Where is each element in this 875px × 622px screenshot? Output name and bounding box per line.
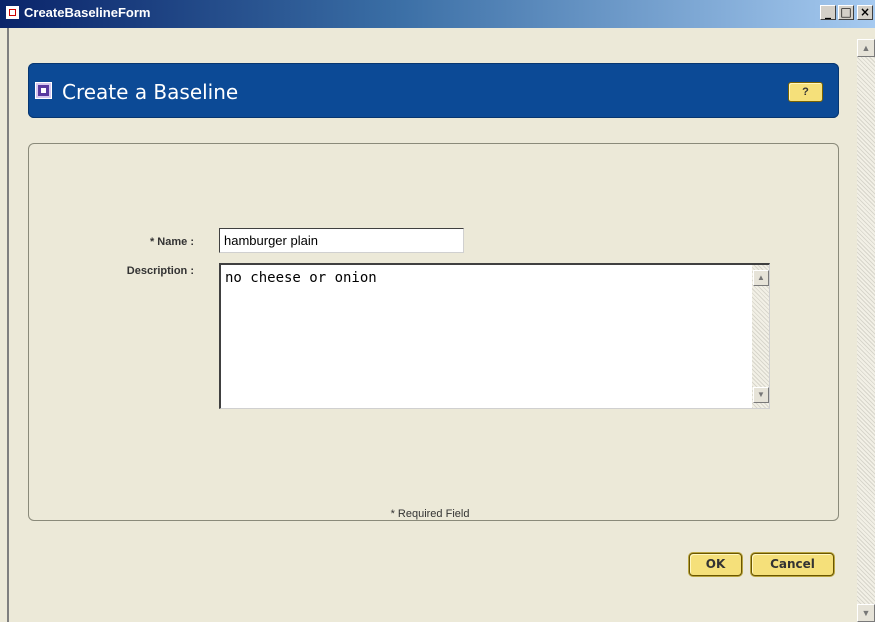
window-app-icon	[6, 6, 19, 19]
description-textarea[interactable]: no cheese or onion ▲ ▼	[219, 263, 770, 409]
description-text: no cheese or onion	[225, 270, 377, 286]
minimize-button[interactable]: _	[820, 5, 836, 20]
name-input[interactable]: hamburger plain	[219, 228, 464, 253]
ok-button[interactable]: OK	[689, 553, 742, 576]
textarea-scroll-up-icon[interactable]: ▲	[753, 270, 769, 286]
description-label: Description :	[126, 265, 194, 277]
scroll-down-icon[interactable]: ▼	[857, 604, 875, 622]
window-left-border	[7, 28, 9, 622]
description-scrollbar[interactable]: ▲ ▼	[752, 265, 769, 408]
textarea-scroll-down-icon[interactable]: ▼	[753, 387, 769, 403]
maximize-button[interactable]: □	[838, 5, 854, 20]
required-field-note: * Required Field	[390, 508, 470, 520]
name-label: * Name :	[149, 236, 194, 248]
scroll-up-icon[interactable]: ▲	[857, 39, 875, 57]
close-button[interactable]: ×	[857, 5, 873, 20]
form-icon	[35, 82, 52, 99]
window-title-bar[interactable]: CreateBaselineForm _ □ ×	[0, 0, 875, 28]
cancel-button[interactable]: Cancel	[751, 553, 834, 576]
header-banner: Create a Baseline ?	[28, 63, 839, 118]
window-title: CreateBaselineForm	[24, 5, 151, 20]
window-vertical-scrollbar[interactable]: ▲ ▼	[857, 39, 875, 622]
page-title: Create a Baseline	[62, 80, 239, 104]
help-button[interactable]: ?	[788, 82, 823, 102]
